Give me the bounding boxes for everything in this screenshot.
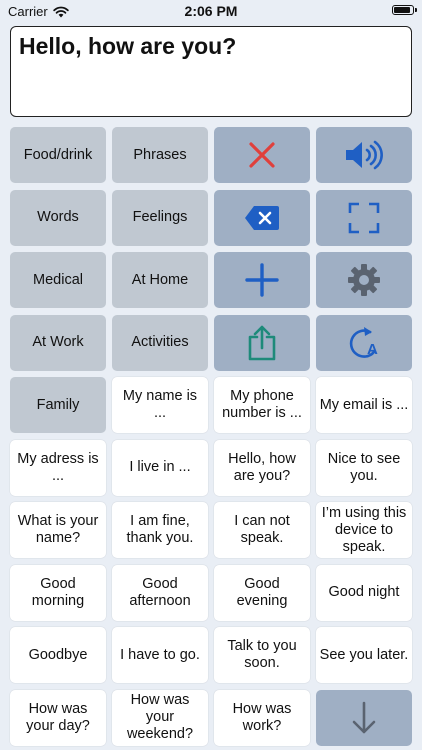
fullscreen-button[interactable]: [316, 189, 412, 246]
speaker-icon: [346, 140, 383, 170]
phrase-my-name[interactable]: My name is ...: [112, 377, 208, 433]
category-family[interactable]: Family: [10, 377, 106, 433]
tile-grid: Food/drink Phrases Words Feelings Medica…: [10, 127, 413, 746]
battery-fill: [394, 7, 410, 13]
phrase-good-evening[interactable]: Good evening: [214, 564, 310, 621]
category-phrases[interactable]: Phrases: [112, 127, 208, 183]
status-bar: Carrier 2:06 PM: [0, 0, 422, 22]
phrase-see-you-later[interactable]: See you later.: [316, 627, 412, 683]
phrase-good-afternoon[interactable]: Good afternoon: [112, 564, 208, 621]
category-food-drink[interactable]: Food/drink: [10, 127, 106, 183]
category-at-home[interactable]: At Home: [112, 252, 208, 308]
category-medical[interactable]: Medical: [10, 252, 106, 308]
phrase-good-morning[interactable]: Good morning: [10, 564, 106, 621]
phrase-how-was-weekend[interactable]: How was your weekend?: [112, 689, 208, 746]
phrase-my-phone[interactable]: My phone number is ...: [214, 377, 310, 433]
phrase-hello-how[interactable]: Hello, how are you?: [214, 439, 310, 496]
settings-button[interactable]: [316, 252, 412, 308]
phrase-i-am-fine[interactable]: I am fine, thank you.: [112, 502, 208, 558]
category-activities[interactable]: Activities: [112, 314, 208, 371]
category-feelings[interactable]: Feelings: [112, 189, 208, 246]
close-icon: [249, 142, 275, 168]
plus-icon: [245, 263, 279, 297]
phrase-how-was-work[interactable]: How was work?: [214, 689, 310, 746]
voice-button[interactable]: A: [316, 314, 412, 371]
battery-icon: [392, 5, 417, 15]
share-button[interactable]: [214, 314, 310, 371]
phrase-have-to-go[interactable]: I have to go.: [112, 627, 208, 683]
backspace-icon: [245, 205, 279, 230]
phrase-using-device[interactable]: I’m using this device to speak.: [316, 502, 412, 558]
phrase-how-was-day[interactable]: How was your day?: [10, 689, 106, 746]
category-words[interactable]: Words: [10, 189, 106, 246]
phrase-what-is-name[interactable]: What is your name?: [10, 502, 106, 558]
clear-button[interactable]: [214, 127, 310, 183]
share-icon: [248, 325, 276, 360]
phrase-my-address[interactable]: My adress is ...: [10, 439, 106, 496]
category-at-work[interactable]: At Work: [10, 314, 106, 371]
status-time: 2:06 PM: [184, 3, 238, 19]
speak-button[interactable]: [316, 127, 412, 183]
phrase-nice-to-see[interactable]: Nice to see you.: [316, 439, 412, 496]
fullscreen-icon: [348, 202, 380, 233]
scroll-down-button[interactable]: [316, 689, 412, 746]
backspace-button[interactable]: [214, 189, 310, 246]
add-button[interactable]: [214, 252, 310, 308]
arrow-down-icon: [352, 701, 376, 733]
voice-accent-icon: A: [349, 326, 378, 358]
phrase-goodbye[interactable]: Goodbye: [10, 627, 106, 683]
phrase-can-not-speak[interactable]: I can not speak.: [214, 502, 310, 558]
phrase-i-live-in[interactable]: I live in ...: [112, 439, 208, 496]
phrase-good-night[interactable]: Good night: [316, 564, 412, 621]
status-right: [392, 5, 417, 15]
phrase-talk-soon[interactable]: Talk to you soon.: [214, 627, 310, 683]
gear-icon: [348, 264, 380, 296]
message-text-area[interactable]: Hello, how are you?: [10, 26, 412, 117]
phrase-my-email[interactable]: My email is ...: [316, 377, 412, 433]
svg-text:A: A: [367, 341, 378, 358]
